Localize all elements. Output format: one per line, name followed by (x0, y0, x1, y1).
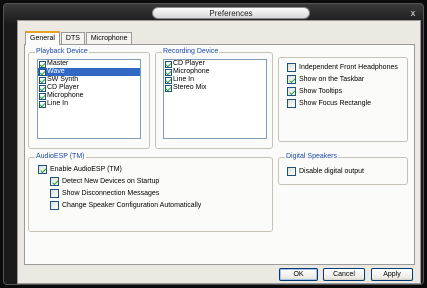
option-label: Show Focus Rectangle (299, 100, 371, 107)
playback-list-item[interactable]: Master (38, 60, 140, 68)
recording-item-checkbox[interactable] (165, 68, 172, 76)
enable-audioesp-label: Enable AudioESP (TM) (50, 166, 122, 173)
audioesp-label: AudioESP (TM) (35, 153, 86, 161)
playback-item-checkbox[interactable] (39, 84, 46, 92)
close-icon[interactable]: x (407, 7, 419, 19)
digital-speakers-group: Digital Speakers Disable digital output (278, 153, 408, 185)
option-independent-front-headphones[interactable]: Independent Front Headphones (287, 63, 398, 72)
playback-item-label: Wave (47, 68, 65, 75)
detect-new-devices-label: Detect New Devices on Startup (62, 178, 160, 185)
recording-item-label: Microphone (173, 68, 210, 75)
show-disconnection-messages-checkbox[interactable] (50, 189, 59, 198)
option-label: Show Tooltips (299, 88, 343, 95)
digital-speakers-label: Digital Speakers (285, 153, 338, 161)
options-group: Independent Front Headphones Show on the… (278, 57, 408, 142)
option-checkbox[interactable] (287, 63, 296, 72)
recording-list-item[interactable]: Microphone (164, 68, 266, 76)
option-checkbox[interactable] (287, 75, 296, 84)
tab-general[interactable]: General (25, 31, 60, 45)
recording-device-group: Recording Device CD Player Microphone Line… (155, 48, 273, 149)
playback-list-item[interactable]: SW Synth (38, 76, 140, 84)
playback-item-checkbox[interactable] (39, 92, 46, 100)
recording-item-checkbox[interactable] (165, 84, 172, 92)
playback-item-checkbox[interactable] (39, 76, 46, 84)
disable-digital-output-checkbox[interactable] (287, 167, 296, 176)
show-disconnection-messages[interactable]: Show Disconnection Messages (50, 189, 159, 198)
playback-item-label: CD Player (47, 84, 79, 91)
playback-item-checkbox[interactable] (39, 100, 46, 108)
recording-device-label: Recording Device (162, 48, 220, 56)
recording-item-label: Stereo Mix (173, 84, 207, 91)
apply-button[interactable]: Apply (371, 268, 413, 281)
playback-item-checkbox[interactable] (39, 68, 46, 76)
option-show-on-taskbar[interactable]: Show on the Taskbar (287, 75, 364, 84)
recording-item-checkbox[interactable] (165, 76, 172, 84)
enable-audioesp[interactable]: Enable AudioESP (TM) (38, 165, 122, 174)
dialog-body: General DTS Microphone Playback Device M… (17, 20, 421, 284)
recording-item-label: Line In (173, 76, 195, 83)
show-disconnection-messages-label: Show Disconnection Messages (62, 190, 160, 197)
preferences-window: Preferences x General DTS Microphone Pla… (3, 3, 424, 285)
playback-item-label: Master (47, 60, 69, 67)
playback-device-list[interactable]: Master Wave SW Synth CD Player Microphone Lin… (37, 59, 141, 139)
option-show-tooltips[interactable]: Show Tooltips (287, 87, 342, 96)
change-speaker-config[interactable]: Change Speaker Configuration Automatical… (50, 201, 201, 210)
disable-digital-output-label: Disable digital output (299, 168, 364, 175)
playback-item-checkbox[interactable] (39, 60, 46, 68)
recording-item-label: CD Player (173, 60, 205, 67)
detect-new-devices-checkbox[interactable] (50, 177, 59, 186)
change-speaker-config-label: Change Speaker Configuration Automatical… (62, 202, 202, 209)
window-title: Preferences (152, 7, 310, 19)
playback-list-item[interactable]: Line In (38, 100, 140, 108)
playback-device-label: Playback Device (35, 48, 89, 56)
playback-item-label: SW Synth (47, 76, 79, 83)
playback-list-item[interactable]: Wave (38, 68, 140, 76)
recording-device-list[interactable]: CD Player Microphone Line In Stereo Mix (163, 59, 267, 139)
disable-digital-output[interactable]: Disable digital output (287, 167, 364, 176)
playback-item-label: Line In (47, 100, 69, 107)
option-label: Independent Front Headphones (299, 64, 398, 71)
change-speaker-config-checkbox[interactable] (50, 201, 59, 210)
recording-list-item[interactable]: CD Player (164, 60, 266, 68)
option-checkbox[interactable] (287, 87, 296, 96)
playback-list-item[interactable]: Microphone (38, 92, 140, 100)
recording-list-item[interactable]: Stereo Mix (164, 84, 266, 92)
general-tab-panel: Playback Device Master Wave SW Synth CD Pla… (24, 44, 415, 265)
playback-item-label: Microphone (47, 92, 84, 99)
ok-button[interactable]: OK (279, 268, 318, 281)
cancel-button[interactable]: Cancel (323, 268, 365, 281)
detect-new-devices[interactable]: Detect New Devices on Startup (50, 177, 159, 186)
playback-device-group: Playback Device Master Wave SW Synth CD Pla… (28, 48, 150, 149)
recording-list-item[interactable]: Line In (164, 76, 266, 84)
playback-list-item[interactable]: CD Player (38, 84, 140, 92)
recording-item-checkbox[interactable] (165, 60, 172, 68)
option-label: Show on the Taskbar (299, 76, 365, 83)
audioesp-group: AudioESP (TM) Enable AudioESP (TM) Detec… (28, 153, 273, 232)
option-show-focus-rectangle[interactable]: Show Focus Rectangle (287, 99, 371, 108)
tab-strip: General DTS Microphone (25, 31, 133, 45)
option-checkbox[interactable] (287, 99, 296, 108)
enable-audioesp-checkbox[interactable] (38, 165, 47, 174)
